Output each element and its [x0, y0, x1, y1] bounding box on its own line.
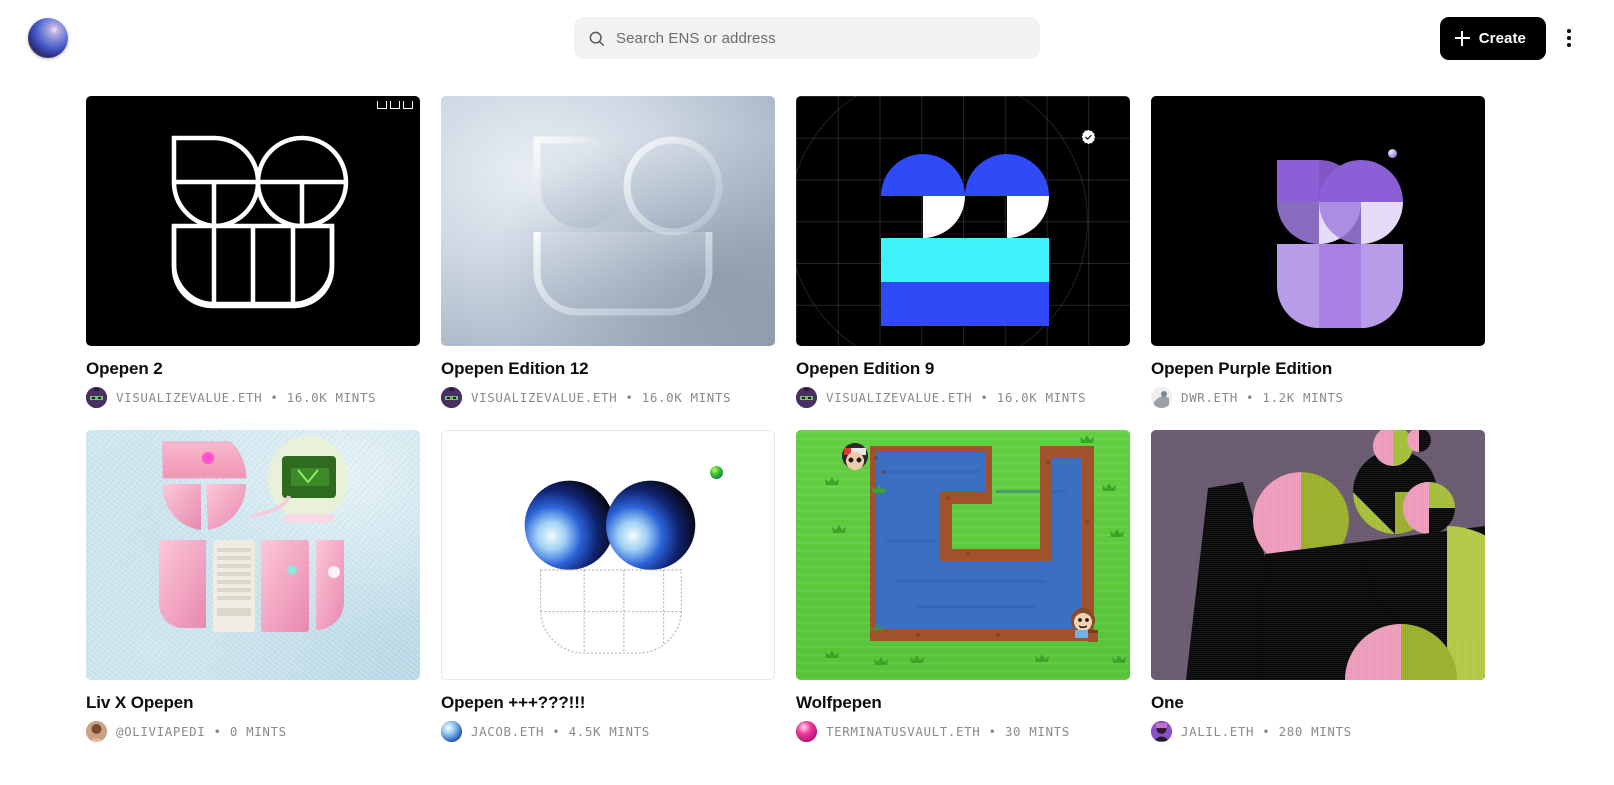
card-meta: VISUALIZEVALUE.ETH • 16.0K MINTS — [441, 387, 775, 408]
mint-count: 16.0K MINTS — [996, 390, 1087, 405]
artwork-abstract-geometric[interactable] — [1151, 430, 1485, 680]
sprite-character-1 — [842, 443, 868, 470]
card-title[interactable]: Opepen Edition 12 — [441, 359, 775, 379]
collection-card: Opepen 2 VISUALIZEVALUE.ETH • 16.0K MINT… — [86, 96, 420, 408]
artwork-blue-spheres-dotted-grid[interactable] — [441, 430, 775, 680]
card-meta-text: VISUALIZEVALUE.ETH • 16.0K MINTS — [471, 390, 731, 405]
app-header: Create — [0, 0, 1614, 76]
avatar — [441, 721, 462, 742]
search-box[interactable] — [574, 17, 1040, 59]
card-meta-text: JACOB.ETH • 4.5K MINTS — [471, 724, 650, 739]
meta-separator: • — [270, 390, 279, 405]
collection-card: One JALIL.ETH • 280 MINTS — [1151, 430, 1485, 742]
search-container — [574, 17, 1040, 59]
collection-card: Wolfpepen TERMINATUSVAULT.ETH • 30 MINTS — [796, 430, 1130, 742]
card-meta: VISUALIZEVALUE.ETH • 16.0K MINTS — [86, 387, 420, 408]
artwork-embossed-3d-opepen[interactable] — [441, 96, 775, 346]
create-button[interactable]: Create — [1439, 16, 1546, 60]
card-meta-text: VISUALIZEVALUE.ETH • 16.0K MINTS — [116, 390, 376, 405]
card-title[interactable]: Opepen +++???!!! — [441, 693, 775, 713]
mint-count: 16.0K MINTS — [641, 390, 732, 405]
card-meta: JACOB.ETH • 4.5K MINTS — [441, 721, 775, 742]
avatar — [796, 721, 817, 742]
meta-separator: • — [1262, 724, 1271, 739]
artwork-pink-photo-opepen[interactable] — [86, 430, 420, 680]
card-meta-text: TERMINATUSVAULT.ETH • 30 MINTS — [826, 724, 1070, 739]
header-actions: Create — [1439, 16, 1586, 60]
pink-objects-art — [158, 436, 348, 632]
avatar — [1151, 387, 1172, 408]
pixel-lake-art — [825, 435, 1126, 665]
avatar — [1151, 721, 1172, 742]
card-meta-text: VISUALIZEVALUE.ETH • 16.0K MINTS — [826, 390, 1086, 405]
card-meta: JALIL.ETH • 280 MINTS — [1151, 721, 1485, 742]
meta-separator: • — [552, 724, 561, 739]
mint-count: 30 MINTS — [1004, 724, 1070, 739]
artist-name: JACOB.ETH — [471, 724, 545, 739]
artwork-blue-cyan-opepen-grid[interactable] — [796, 96, 1130, 346]
artist-name: TERMINATUSVAULT.ETH — [826, 724, 981, 739]
artist-name: DWR.ETH — [1181, 390, 1238, 405]
search-input[interactable] — [616, 29, 1026, 47]
meta-separator: • — [625, 390, 634, 405]
opepen-emboss-art — [533, 136, 723, 316]
avatar — [796, 387, 817, 408]
avatar — [441, 387, 462, 408]
sphere-logo[interactable] — [28, 18, 68, 58]
collection-card: Opepen +++???!!! JACOB.ETH • 4.5K MINTS — [441, 430, 775, 742]
card-title[interactable]: Opepen 2 — [86, 359, 420, 379]
card-meta: @OLIVIAPEDI • 0 MINTS — [86, 721, 420, 742]
artist-name: JALIL.ETH — [1181, 724, 1255, 739]
card-meta: TERMINATUSVAULT.ETH • 30 MINTS — [796, 721, 1130, 742]
art-grain — [1151, 430, 1485, 680]
kebab-menu-icon[interactable] — [1552, 18, 1586, 58]
card-meta-text: DWR.ETH • 1.2K MINTS — [1181, 390, 1344, 405]
mint-count: 16.0K MINTS — [286, 390, 377, 405]
meta-separator: • — [988, 724, 997, 739]
green-sphere-icon — [710, 466, 723, 479]
collection-grid: Opepen 2 VISUALIZEVALUE.ETH • 16.0K MINT… — [0, 76, 1614, 742]
artwork-outline-opepen-black[interactable] — [86, 96, 420, 346]
mint-count: 0 MINTS — [229, 724, 287, 739]
artist-name: VISUALIZEVALUE.ETH — [826, 390, 973, 405]
card-meta: DWR.ETH • 1.2K MINTS — [1151, 387, 1485, 408]
avatar — [86, 721, 107, 742]
artist-name: @OLIVIAPEDI — [116, 724, 206, 739]
create-button-label: Create — [1478, 29, 1526, 47]
card-title[interactable]: Wolfpepen — [796, 693, 1130, 713]
collection-card: Opepen Purple Edition DWR.ETH • 1.2K MIN… — [1151, 96, 1485, 408]
mint-count: 280 MINTS — [1278, 724, 1352, 739]
spheres-art — [524, 480, 696, 654]
card-title[interactable]: One — [1151, 693, 1485, 713]
card-meta: VISUALIZEVALUE.ETH • 16.0K MINTS — [796, 387, 1130, 408]
verified-seal-icon — [1080, 129, 1097, 146]
purple-dot-icon — [1388, 149, 1397, 158]
collection-card: Liv X Opepen @OLIVIAPEDI • 0 MINTS — [86, 430, 420, 742]
meta-separator: • — [980, 390, 989, 405]
mint-count: 1.2K MINTS — [1262, 390, 1344, 405]
card-meta-text: JALIL.ETH • 280 MINTS — [1181, 724, 1352, 739]
card-meta-text: @OLIVIAPEDI • 0 MINTS — [116, 724, 287, 739]
card-title[interactable]: Opepen Edition 9 — [796, 359, 1130, 379]
card-title[interactable]: Opepen Purple Edition — [1151, 359, 1485, 379]
artist-name: VISUALIZEVALUE.ETH — [116, 390, 263, 405]
artwork-purple-opepen[interactable] — [1151, 96, 1485, 346]
card-title[interactable]: Liv X Opepen — [86, 693, 420, 713]
opepen-purple-art — [1277, 160, 1403, 328]
opepen-outline-art — [171, 135, 349, 309]
plus-icon — [1454, 30, 1470, 46]
collection-card: Opepen Edition 12 VISUALIZEVALUE.ETH • 1… — [441, 96, 775, 408]
collection-card: Opepen Edition 9 VISUALIZEVALUE.ETH • 16… — [796, 96, 1130, 408]
mint-count: 4.5K MINTS — [568, 724, 650, 739]
meta-separator: • — [1246, 390, 1255, 405]
avatar — [86, 387, 107, 408]
artist-name: VISUALIZEVALUE.ETH — [471, 390, 618, 405]
meta-separator: • — [213, 724, 222, 739]
search-icon — [588, 30, 605, 47]
artwork-pixel-game-lake[interactable] — [796, 430, 1130, 680]
